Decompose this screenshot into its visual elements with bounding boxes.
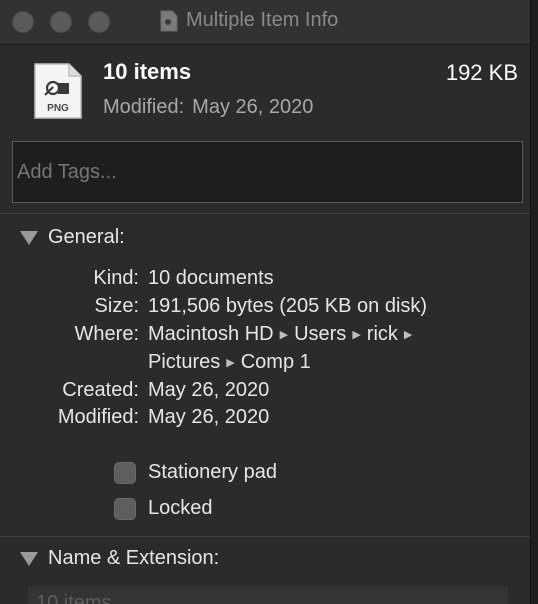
zoom-button[interactable] [88,11,110,33]
size-label: Size: [94,295,139,317]
window-title-group: Multiple Item Info [160,9,338,32]
section-divider [0,213,530,214]
header-modified: Modified: May 26, 2020 [103,96,313,119]
title-bar: Multiple Item Info [0,0,530,45]
name-extension-section-label: Name & Extension: [48,547,220,569]
where-path-line1: Macintosh HD ▶ Users ▶ rick ▶ [148,323,418,346]
path-component: Pictures [148,351,221,373]
svg-text:PNG: PNG [47,103,69,114]
path-component: Users [294,323,347,345]
where-label: Where: [74,323,139,345]
path-separator-icon: ▶ [403,329,413,341]
modified-label: Modified: [57,406,139,428]
header-modified-label: Modified: [103,96,185,118]
path-separator-icon: ▶ [226,357,235,369]
document-icon [160,10,178,31]
path-component: Comp 1 [240,351,311,373]
stationery-pad-checkbox[interactable]: Stationery pad [114,461,277,484]
general-section-toggle[interactable]: General: [20,226,125,249]
modified-value: May 26, 2020 [148,406,270,428]
disclosure-triangle-icon [20,230,38,245]
section-divider [0,536,530,537]
tags-input[interactable] [12,141,523,203]
locked-label: Locked [148,497,213,519]
kind-value: 10 documents [148,267,274,289]
size-value: 191,506 bytes (205 KB on disk) [148,295,428,317]
path-component: Macintosh HD [148,323,274,345]
path-component: rick [366,323,398,345]
minimize-button[interactable] [50,11,72,33]
item-count-title: 10 items [103,59,192,84]
locked-checkbox[interactable]: Locked [114,497,213,520]
header-modified-value: May 26, 2020 [192,96,314,118]
kind-label: Kind: [93,267,139,289]
window-title: Multiple Item Info [186,9,339,31]
where-path-line2: Pictures ▶ Comp 1 [148,351,311,374]
png-file-icon: PNG [34,63,82,119]
path-separator-icon: ▶ [352,329,361,341]
total-size: 192 KB [445,60,518,85]
general-section-label: General: [48,226,125,248]
created-value: May 26, 2020 [148,379,270,401]
checkbox-box[interactable] [114,497,136,520]
info-window: Multiple Item Info PNG 10 items 192 KB M… [0,0,531,604]
stationery-pad-label: Stationery pad [148,461,277,483]
info-header: PNG 10 items 192 KB Modified: May 26, 202… [0,45,530,133]
path-separator-icon: ▶ [279,329,289,341]
disclosure-triangle-icon [20,551,38,566]
name-extension-section-toggle[interactable]: Name & Extension: [20,547,219,570]
name-field[interactable]: 10 items [28,586,508,604]
checkbox-box[interactable] [114,461,136,484]
close-button[interactable] [12,11,34,33]
created-label: Created: [62,379,139,401]
